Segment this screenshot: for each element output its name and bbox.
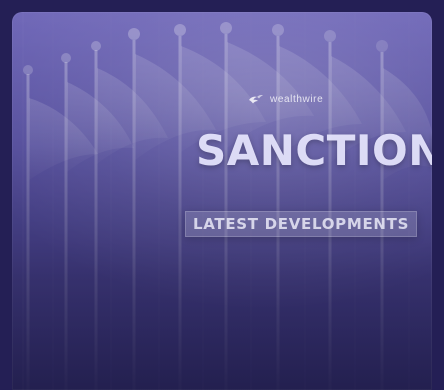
hero-subtitle-pill: LATEST DEVELOPMENTS	[185, 211, 418, 237]
soft-stripes	[12, 12, 432, 390]
bird-logo-icon	[249, 95, 263, 104]
hero-card[interactable]: wealthwire SANCTIONS LATEST DEVELOPMENTS	[12, 12, 432, 390]
page: wealthwire SANCTIONS LATEST DEVELOPMENTS	[0, 0, 444, 390]
hero-title: SANCTIONS	[196, 126, 432, 175]
brand: wealthwire	[248, 92, 323, 106]
background-flags-illustration	[12, 12, 432, 390]
brand-text: wealthwire	[270, 93, 324, 105]
